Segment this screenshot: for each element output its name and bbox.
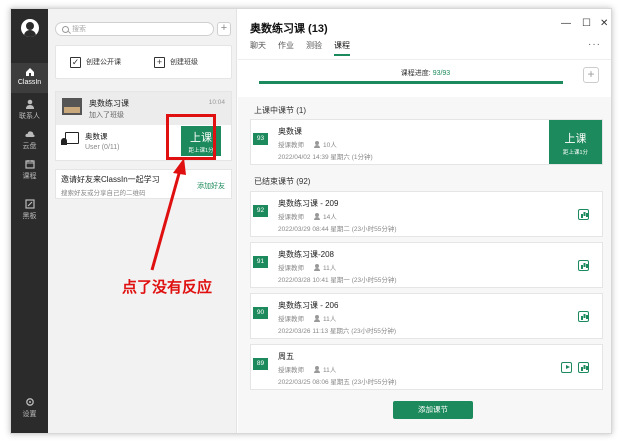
annotation-arrow-icon: [150, 158, 186, 271]
annotation-text: 点了没有反应: [122, 279, 213, 296]
